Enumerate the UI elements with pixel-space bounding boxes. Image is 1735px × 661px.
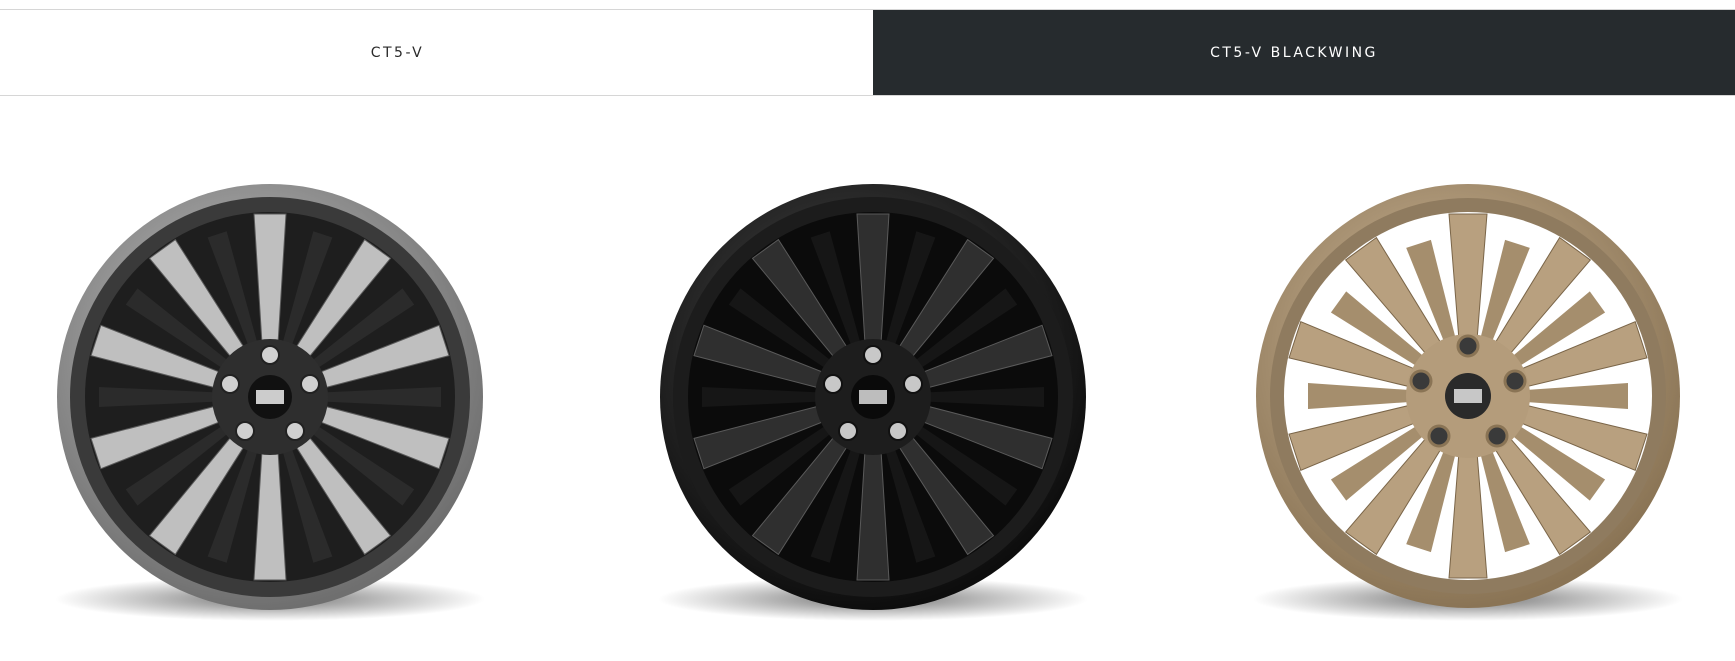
trim-tab-bar: CT5-V CT5-V BLACKWING xyxy=(0,9,1735,96)
wheel-image xyxy=(1253,184,1683,621)
wheel-option-3[interactable] xyxy=(1205,96,1725,661)
wheel-image xyxy=(658,184,1088,621)
cadillac-crest-icon xyxy=(256,390,284,404)
cadillac-crest-icon xyxy=(859,390,887,404)
wheel-gallery xyxy=(0,96,1735,661)
page: CT5-V CT5-V BLACKWING xyxy=(0,0,1735,661)
wheel-option-2[interactable] xyxy=(615,96,1135,661)
wheel-image xyxy=(55,184,485,621)
tab-ct5-v-blackwing[interactable]: CT5-V BLACKWING xyxy=(873,10,1735,95)
tab-ct5-v[interactable]: CT5-V xyxy=(0,10,873,95)
cadillac-crest-icon xyxy=(1454,389,1482,403)
wheel-option-1[interactable] xyxy=(18,96,538,661)
